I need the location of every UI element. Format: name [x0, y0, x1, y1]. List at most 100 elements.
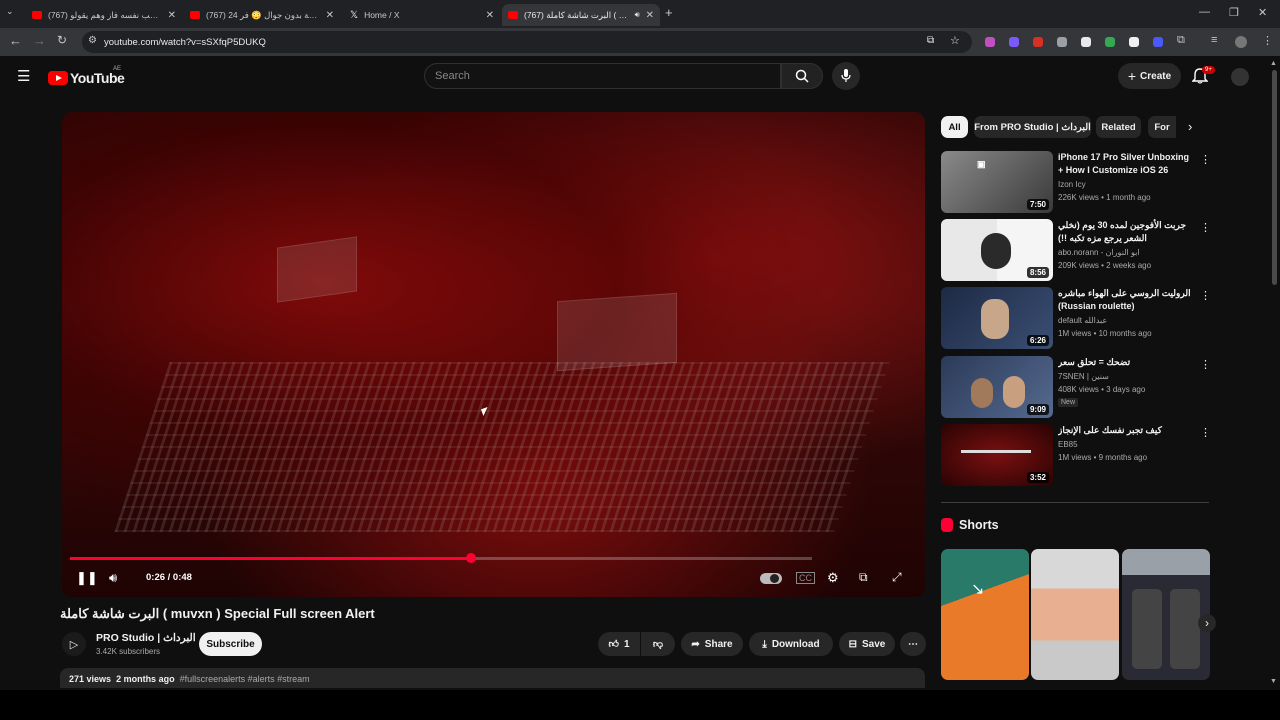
scroll-down-icon[interactable]: ▼: [1270, 678, 1277, 685]
browser-tab[interactable]: (767) 24 ساعة بدون جوال 😳 فر ✕: [184, 4, 340, 26]
extension-icon[interactable]: [1009, 37, 1019, 47]
volume-icon[interactable]: 🔊︎: [109, 570, 117, 586]
close-window-icon[interactable]: ✕: [1258, 6, 1267, 19]
more-vertical-icon[interactable]: ⋮: [1200, 358, 1211, 371]
tab-close-icon[interactable]: ✕: [326, 10, 334, 21]
tab-title: (767) البرت شاشة كاملة ( muvxn: [524, 9, 632, 20]
extension-icon[interactable]: [1105, 37, 1115, 47]
back-icon[interactable]: ←: [9, 33, 22, 48]
recommendation-title[interactable]: جربت الأفوجين لمده 30 يوم (نخلي الشعر ير…: [1058, 219, 1194, 245]
video-thumbnail[interactable]: ▣ 7:50: [941, 151, 1053, 213]
recommendation-item[interactable]: 3:52 كيف تجبر نفسك على الإنجاز EB85 1M v…: [941, 424, 1211, 488]
chips-next-chevron-icon[interactable]: ›: [1188, 119, 1192, 134]
more-vertical-icon[interactable]: ⋮: [1200, 426, 1211, 439]
profile-avatar-icon[interactable]: [1235, 36, 1247, 48]
fullscreen-icon[interactable]: ⤢: [892, 570, 902, 585]
extension-icon[interactable]: [1153, 37, 1163, 47]
tab-close-icon[interactable]: ✕: [646, 10, 654, 21]
account-avatar[interactable]: [1231, 68, 1249, 86]
tab-search-icon[interactable]: ⌄: [6, 6, 14, 17]
more-vertical-icon[interactable]: ⋮: [1200, 289, 1211, 302]
shorts-next-chevron-icon[interactable]: ›: [1198, 614, 1216, 632]
tab-close-icon[interactable]: ✕: [486, 10, 494, 21]
more-vertical-icon[interactable]: ⋮: [1200, 153, 1211, 166]
chip-for-you[interactable]: For: [1148, 116, 1176, 138]
dislike-button[interactable]: 👎︎: [641, 632, 675, 656]
video-thumbnail[interactable]: 6:26: [941, 287, 1053, 349]
browser-tab-active[interactable]: (767) البرت شاشة كاملة ( muvxn 🔊︎ ✕: [502, 4, 660, 26]
recommendation-channel[interactable]: EB85: [1058, 440, 1078, 449]
extensions-puzzle-icon[interactable]: ⧉: [1177, 34, 1185, 47]
forward-icon[interactable]: →: [33, 33, 46, 48]
channel-avatar[interactable]: ▷: [62, 632, 86, 656]
youtube-logo[interactable]: YouTube AE: [48, 66, 125, 86]
new-tab-icon[interactable]: +: [665, 5, 673, 20]
seek-bar[interactable]: [70, 553, 812, 563]
subtitles-icon[interactable]: CC: [796, 572, 815, 584]
extension-icon[interactable]: [1033, 37, 1043, 47]
pause-icon[interactable]: ❚❚: [76, 570, 98, 586]
hashtags[interactable]: #fullscreenalerts #alerts #stream: [180, 674, 310, 684]
share-button[interactable]: ➦ Share: [681, 632, 743, 656]
settings-gear-icon[interactable]: ⚙: [827, 570, 839, 586]
browser-menu-icon[interactable]: ⋮: [1262, 34, 1273, 47]
scrollbar-thumb[interactable]: [1272, 70, 1277, 285]
miniplayer-icon[interactable]: ⧉: [859, 570, 868, 585]
search-button[interactable]: [781, 63, 823, 89]
recommendation-channel[interactable]: abo.norann - ابو النوران: [1058, 248, 1140, 257]
extension-icon[interactable]: [1129, 37, 1139, 47]
short-thumbnail[interactable]: [1031, 549, 1119, 680]
short-thumbnail[interactable]: ↘: [941, 549, 1029, 680]
restore-icon[interactable]: ❐: [1229, 6, 1239, 19]
video-thumbnail[interactable]: 3:52: [941, 424, 1053, 486]
extension-icon[interactable]: [1057, 37, 1067, 47]
recommendation-item[interactable]: 8:56 جربت الأفوجين لمده 30 يوم (نخلي الش…: [941, 219, 1211, 283]
voice-search-button[interactable]: [832, 62, 860, 90]
address-bar[interactable]: ⚙ youtube.com/watch?v=sSXfqP5DUKQ ⧉ ☆: [82, 31, 972, 53]
chip-all[interactable]: All: [941, 116, 968, 138]
media-control-icon[interactable]: ≡: [1211, 34, 1217, 46]
more-vertical-icon[interactable]: ⋮: [1200, 221, 1211, 234]
audio-playing-icon[interactable]: 🔊︎: [635, 10, 640, 20]
recommendation-item[interactable]: ▣ 7:50 iPhone 17 Pro Silver Unboxing + H…: [941, 151, 1211, 215]
video-thumbnail[interactable]: 8:56: [941, 219, 1053, 281]
description-box[interactable]: 271 views 2 months ago #fullscreenalerts…: [60, 668, 925, 688]
scroll-up-icon[interactable]: ▲: [1270, 60, 1277, 67]
recommendation-channel[interactable]: default ‎عبدالله: [1058, 316, 1107, 325]
recommendation-title[interactable]: iPhone 17 Pro Silver Unboxing + How I Cu…: [1058, 151, 1194, 177]
short-thumbnail[interactable]: [1122, 549, 1210, 680]
seek-bar-scrubber[interactable]: [465, 553, 476, 563]
video-player[interactable]: ❚❚ 🔊︎ 0:26 / 0:48 CC ⚙ ⧉ ⤢: [62, 112, 925, 597]
recommendation-title[interactable]: الروليت الروسي على الهواء مباشره (Russia…: [1058, 287, 1194, 313]
like-button[interactable]: 👍︎ 1: [598, 632, 640, 656]
chip-from-channel[interactable]: From PRO Studio | البرداث: [974, 116, 1091, 138]
recommendation-channel[interactable]: Izon Icy: [1058, 180, 1086, 189]
recommendation-item[interactable]: 6:26 الروليت الروسي على الهواء مباشره (R…: [941, 287, 1211, 351]
browser-tab[interactable]: (767) يحسب نفسه فاز وهم يقولو ✕: [26, 4, 182, 26]
browser-tab[interactable]: 𝕏 Home / X ✕: [344, 4, 500, 26]
autoplay-toggle[interactable]: [760, 573, 782, 584]
subscribe-button[interactable]: Subscribe: [199, 632, 262, 656]
site-info-icon[interactable]: ⚙: [88, 35, 97, 46]
download-icon: ⤓: [762, 638, 767, 650]
recommendation-title[interactable]: تضحك = تحلق سعر: [1058, 356, 1194, 369]
chip-related[interactable]: Related: [1096, 116, 1141, 138]
minimize-icon[interactable]: —: [1199, 6, 1210, 18]
hamburger-menu-icon[interactable]: ☰: [17, 67, 30, 85]
install-app-icon[interactable]: ⧉: [927, 35, 934, 46]
bookmark-star-icon[interactable]: ☆: [950, 34, 960, 47]
extension-icon[interactable]: [985, 37, 995, 47]
search-input[interactable]: Search: [424, 63, 781, 89]
recommendation-title[interactable]: كيف تجبر نفسك على الإنجاز: [1058, 424, 1194, 437]
extension-icon[interactable]: [1081, 37, 1091, 47]
channel-name[interactable]: PRO Studio | البرداث: [96, 632, 196, 644]
recommendation-item[interactable]: 9:09 تضحك = تحلق سعر 7SNEN | سنين 408K v…: [941, 356, 1211, 420]
video-thumbnail[interactable]: 9:09: [941, 356, 1053, 418]
reload-icon[interactable]: ↻: [57, 33, 67, 47]
create-button[interactable]: + Create: [1118, 63, 1181, 89]
download-button[interactable]: ⤓ Download: [749, 632, 833, 656]
recommendation-channel[interactable]: 7SNEN | سنين: [1058, 372, 1109, 381]
save-button[interactable]: ⊟ Save: [839, 632, 895, 656]
more-actions-button[interactable]: ⋯: [900, 632, 926, 656]
tab-close-icon[interactable]: ✕: [168, 10, 176, 21]
